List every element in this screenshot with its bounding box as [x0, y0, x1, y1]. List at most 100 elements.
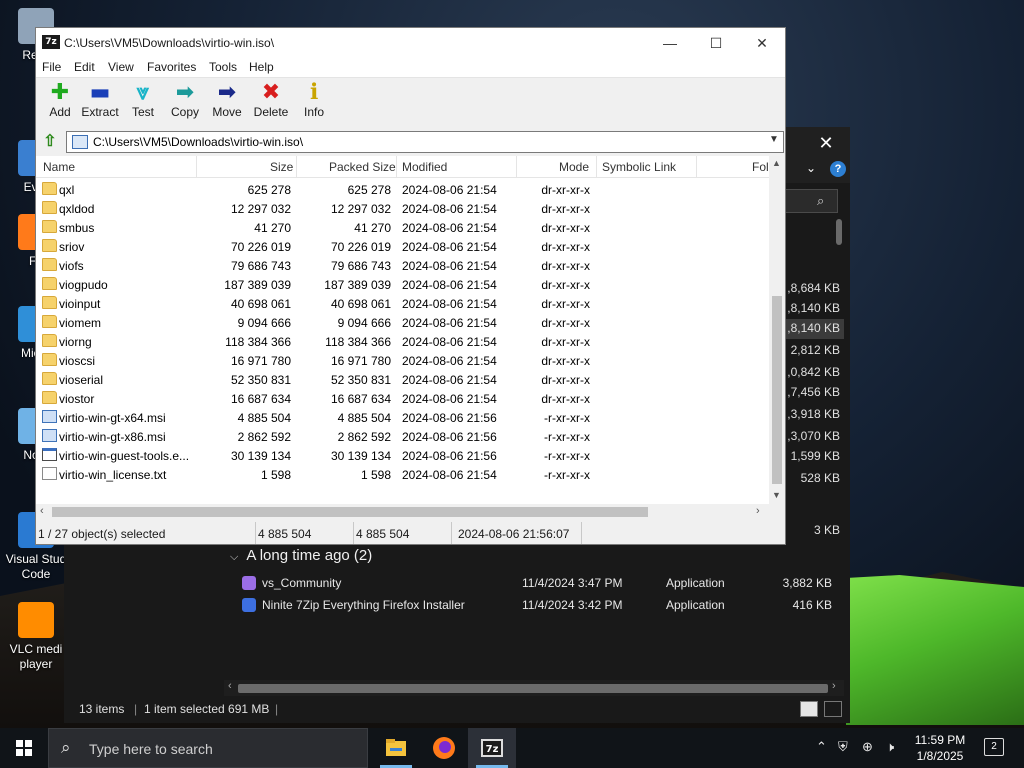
7zip-file-manager-window[interactable]: 7z C:\Users\VM5\Downloads\virtio-win.iso… [35, 27, 786, 545]
file-modified: 2024-08-06 21:54 [402, 259, 497, 273]
file-row[interactable]: sriov 70 226 019 70 226 019 2024-08-06 21:5… [36, 237, 769, 256]
file-mode: dr-xr-xr-x [541, 373, 590, 387]
file-row[interactable]: vioserial 52 350 831 52 350 831 2024-08-06 … [36, 370, 769, 389]
explorer-file-row[interactable]: vs_Community 11/4/2024 3:47 PM Application… [242, 573, 842, 593]
help-icon[interactable]: ? [830, 161, 846, 177]
folder-up-icon[interactable]: ⇧ [40, 132, 60, 152]
scroll-thumb[interactable] [238, 684, 828, 693]
minimize-button[interactable]: — [647, 28, 693, 58]
volume-muted-icon[interactable]: 🕨 [886, 739, 894, 755]
taskbar-7zip[interactable]: 7z [468, 728, 516, 768]
file-row[interactable]: viofs 79 686 743 79 686 743 2024-08-06 21:5… [36, 256, 769, 275]
file-mode: dr-xr-xr-x [541, 183, 590, 197]
explorer-close-button[interactable]: ✕ [812, 131, 840, 155]
scroll-up-icon[interactable]: ▲ [772, 158, 781, 168]
taskbar-file-explorer[interactable] [372, 728, 420, 768]
file-row[interactable]: qxldod 12 297 032 12 297 032 2024-08-06 21:… [36, 199, 769, 218]
file-list[interactable]: Name Size Packed Size Modified Mode Symb… [36, 156, 785, 504]
file-size-cell: ,0,842 KB [787, 365, 840, 379]
file-size: 52 350 831 [230, 373, 291, 387]
column-name[interactable]: Name [43, 160, 75, 174]
test-button[interactable]: ⩔ Test [121, 81, 165, 125]
close-button[interactable]: ✕ [739, 28, 785, 58]
column-modified[interactable]: Modified [402, 160, 447, 174]
column-folders[interactable]: Fol [752, 160, 769, 174]
column-symbolic-link[interactable]: Symbolic Link [602, 160, 676, 174]
group-header-long-time-ago[interactable]: ⌵ A long time ago (2) [230, 547, 372, 564]
menu-tools[interactable]: Tools [209, 60, 237, 74]
file-list-horizontal-scrollbar[interactable]: ‹ › [36, 504, 785, 520]
explorer-file-row[interactable]: Ninite 7Zip Everything Firefox Installer… [242, 595, 842, 615]
menu-edit[interactable]: Edit [74, 60, 95, 74]
file-row[interactable]: vioinput 40 698 061 40 698 061 2024-08-06 2… [36, 294, 769, 313]
file-row[interactable]: viogpudo 187 389 039 187 389 039 2024-08-06… [36, 275, 769, 294]
column-packed-size[interactable]: Packed Size [329, 160, 396, 174]
clock-date: 1/8/2025 [916, 749, 964, 763]
column-mode[interactable]: Mode [559, 160, 589, 174]
file-row[interactable]: virtio-win_license.txt 1 598 1 598 2024-08-… [36, 465, 769, 484]
file-size: 16 687 634 [230, 392, 291, 406]
file-size: 4 885 504 [237, 411, 291, 425]
file-name: qxl [59, 183, 75, 197]
file-row[interactable]: vioscsi 16 971 780 16 971 780 2024-08-06 21… [36, 351, 769, 370]
file-name: vs_Community [262, 576, 342, 590]
toolbar-button-label: Add [49, 105, 71, 119]
menu-file[interactable]: File [42, 60, 61, 74]
file-row[interactable]: viomem 9 094 666 9 094 666 2024-08-06 21:54… [36, 313, 769, 332]
taskbar-clock[interactable]: 11:59 PM 1/8/2025 [910, 732, 970, 764]
taskbar-firefox[interactable] [420, 728, 468, 768]
file-row[interactable]: qxl 625 278 625 278 2024-08-06 21:54 dr-xr-x… [36, 180, 769, 199]
menu-favorites[interactable]: Favorites [147, 60, 196, 74]
desktop-wallpaper-tent [846, 575, 1024, 725]
file-row[interactable]: smbus 41 270 41 270 2024-08-06 21:54 dr-xr-x… [36, 218, 769, 237]
info-button[interactable]: ℹ Info [292, 81, 336, 125]
show-hidden-icons-icon[interactable]: ⌃ [816, 739, 827, 755]
menu-help[interactable]: Help [249, 60, 274, 74]
tiles-view-button[interactable] [824, 701, 842, 717]
network-icon[interactable]: ⊕ [862, 739, 873, 755]
file-packed-size: 1 598 [360, 468, 391, 482]
path-input[interactable]: C:\Users\VM5\Downloads\virtio-win.iso\ ▼ [66, 131, 784, 153]
path-dropdown-icon[interactable]: ▼ [769, 134, 779, 145]
desktop-icon[interactable]: VLC medi player [0, 602, 72, 672]
scroll-right-icon[interactable]: › [756, 505, 760, 517]
file-mode: -r-xr-xr-x [544, 468, 590, 482]
copy-button[interactable]: ➡ Copy [163, 81, 207, 125]
file-row[interactable]: viorng 118 384 366 118 384 366 2024-08-06 2… [36, 332, 769, 351]
file-packed-size: 12 297 032 [330, 202, 391, 216]
file-packed-size: 118 384 366 [325, 335, 391, 349]
column-size[interactable]: Size [270, 160, 293, 174]
explorer-scrollbar[interactable] [836, 219, 842, 245]
file-list-vertical-scrollbar[interactable]: ▲ ▼ [769, 156, 785, 504]
security-icon[interactable]: ⛨ [838, 739, 848, 755]
taskbar-search-box[interactable]: ⌕ Type here to search [48, 728, 368, 768]
desktop-icon-label: VLC medi player [9, 642, 63, 671]
7zip-icon: 7z [481, 739, 503, 757]
scroll-thumb[interactable] [772, 296, 782, 484]
menu-view[interactable]: View [108, 60, 134, 74]
folder-icon [42, 334, 57, 347]
scroll-thumb[interactable] [52, 507, 648, 517]
scroll-right-icon[interactable]: › [832, 680, 836, 692]
explorer-horizontal-scrollbar[interactable]: ‹ › [224, 680, 844, 696]
file-row[interactable]: virtio-win-gt-x64.msi 4 885 504 4 885 504 2… [36, 408, 769, 427]
notification-center-icon[interactable]: 2 [984, 738, 1004, 756]
maximize-button[interactable]: ☐ [693, 28, 739, 58]
extract-button[interactable]: ▬ Extract [78, 81, 122, 125]
file-row[interactable]: virtio-win-guest-tools.e... 30 139 134 30 … [36, 446, 769, 465]
add-button[interactable]: ✚ Add [38, 81, 82, 125]
details-view-button[interactable] [800, 701, 818, 717]
scroll-left-icon[interactable]: ‹ [40, 505, 44, 517]
move-button[interactable]: ➡ Move [205, 81, 249, 125]
scroll-down-icon[interactable]: ▼ [772, 490, 781, 500]
ribbon-expand-icon[interactable]: ⌄ [806, 161, 816, 175]
file-date: 11/4/2024 3:42 PM [522, 598, 623, 612]
file-row[interactable]: virtio-win-gt-x86.msi 2 862 592 2 862 592 2… [36, 427, 769, 446]
delete-button[interactable]: ✖ Delete [249, 81, 293, 125]
file-packed-size: 625 278 [347, 183, 391, 197]
file-packed-size: 4 885 504 [337, 411, 391, 425]
scroll-left-icon[interactable]: ‹ [228, 680, 232, 692]
7zip-titlebar[interactable]: 7z C:\Users\VM5\Downloads\virtio-win.iso… [36, 28, 785, 58]
file-row[interactable]: viostor 16 687 634 16 687 634 2024-08-06 21… [36, 389, 769, 408]
start-button[interactable] [0, 728, 48, 768]
